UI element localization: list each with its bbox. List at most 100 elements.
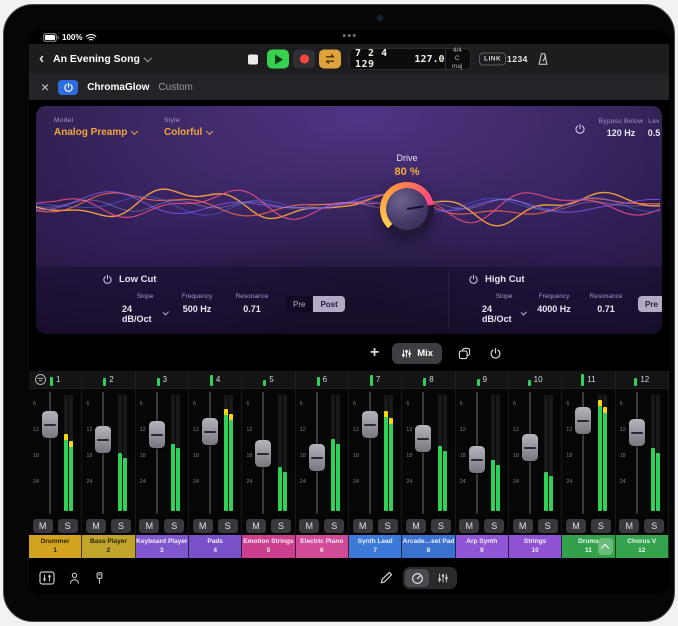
mute-button[interactable]: M bbox=[193, 519, 213, 533]
channel-power-button[interactable] bbox=[486, 344, 504, 362]
track-number-cell[interactable]: 9 bbox=[456, 371, 509, 388]
add-track-button[interactable]: + bbox=[370, 346, 379, 360]
volume-fader[interactable] bbox=[102, 392, 104, 514]
model-selector[interactable]: Model Analog Preamp bbox=[54, 117, 137, 138]
solo-button[interactable]: S bbox=[324, 519, 344, 533]
fader-thumb[interactable] bbox=[42, 411, 58, 438]
solo-button[interactable]: S bbox=[218, 519, 238, 533]
volume-fader[interactable] bbox=[316, 392, 318, 514]
mute-button[interactable]: M bbox=[86, 519, 106, 533]
record-button[interactable] bbox=[293, 50, 315, 69]
style-selector[interactable]: Style Colorful bbox=[164, 117, 212, 138]
count-in-button[interactable]: 1234 bbox=[507, 54, 528, 64]
track-number-cell[interactable]: 5 bbox=[242, 371, 295, 388]
track-label[interactable]: Arcade…eet Pad8 bbox=[402, 535, 455, 558]
track-label[interactable]: Drummer1 bbox=[29, 535, 82, 558]
fader-thumb[interactable] bbox=[149, 421, 165, 448]
fader-thumb[interactable] bbox=[629, 419, 645, 446]
volume-fader[interactable] bbox=[582, 392, 584, 514]
drive-knob[interactable] bbox=[380, 182, 434, 236]
solo-button[interactable]: S bbox=[484, 519, 504, 533]
copy-button[interactable] bbox=[455, 344, 473, 362]
artist-icon[interactable] bbox=[67, 571, 82, 585]
mute-button[interactable]: M bbox=[353, 519, 373, 533]
mute-button[interactable]: M bbox=[406, 519, 426, 533]
bypass-power-button[interactable] bbox=[574, 123, 586, 135]
close-plugin-button[interactable]: × bbox=[41, 81, 49, 93]
track-number-cell[interactable]: 8 bbox=[402, 371, 455, 388]
low-cut-slope[interactable]: 24 dB/Oct bbox=[122, 304, 168, 324]
solo-button[interactable]: S bbox=[58, 519, 78, 533]
fader-view-button[interactable] bbox=[431, 569, 455, 587]
track-label[interactable]: Chorus V12 bbox=[616, 535, 669, 558]
solo-button[interactable]: S bbox=[591, 519, 611, 533]
mute-button[interactable]: M bbox=[459, 519, 479, 533]
track-number-cell[interactable]: 4 bbox=[189, 371, 242, 388]
volume-fader[interactable] bbox=[156, 392, 158, 514]
high-cut-resonance[interactable]: 0.71 bbox=[597, 304, 615, 314]
track-label[interactable]: Pads4 bbox=[189, 535, 242, 558]
high-cut-pre-button[interactable]: Pre bbox=[638, 296, 662, 312]
link-button[interactable]: LINK bbox=[479, 53, 506, 66]
back-button[interactable]: ‹ bbox=[39, 52, 44, 66]
mute-button[interactable]: M bbox=[566, 519, 586, 533]
track-number-cell[interactable]: 7 bbox=[349, 371, 402, 388]
track-label[interactable]: Drums11 bbox=[562, 535, 615, 558]
stack-expand-button[interactable] bbox=[598, 538, 613, 555]
track-label[interactable]: Emotion Strings5 bbox=[242, 535, 295, 558]
volume-fader[interactable] bbox=[209, 392, 211, 514]
track-number-cell[interactable]: 10 bbox=[509, 371, 562, 388]
plugin-power-button[interactable] bbox=[58, 80, 78, 95]
fader-thumb[interactable] bbox=[469, 446, 485, 473]
mix-view-button[interactable]: Mix bbox=[392, 343, 442, 364]
song-title-menu[interactable]: An Evening Song bbox=[53, 53, 150, 65]
volume-fader[interactable] bbox=[262, 392, 264, 514]
high-cut-slope[interactable]: 24 dB/Oct bbox=[482, 304, 526, 324]
volume-fader[interactable] bbox=[529, 392, 531, 514]
cycle-button[interactable] bbox=[319, 50, 341, 69]
edit-pencil-button[interactable] bbox=[379, 571, 393, 585]
fader-thumb[interactable] bbox=[575, 407, 591, 434]
mute-button[interactable]: M bbox=[33, 519, 53, 533]
fader-thumb[interactable] bbox=[255, 440, 271, 467]
low-cut-frequency[interactable]: 500 Hz bbox=[183, 304, 212, 314]
fader-thumb[interactable] bbox=[362, 411, 378, 438]
volume-fader[interactable] bbox=[636, 392, 638, 514]
track-label[interactable]: Electric Piano6 bbox=[296, 535, 349, 558]
track-number-cell[interactable]: 2 bbox=[82, 371, 135, 388]
stop-button[interactable] bbox=[242, 50, 264, 69]
solo-button[interactable]: S bbox=[271, 519, 291, 533]
level-control[interactable]: Lev 0.5 bbox=[634, 118, 662, 138]
volume-fader[interactable] bbox=[369, 392, 371, 514]
track-label[interactable]: Strings10 bbox=[509, 535, 562, 558]
fader-thumb[interactable] bbox=[522, 434, 538, 461]
track-label[interactable]: Keyboard Player3 bbox=[136, 535, 189, 558]
fader-thumb[interactable] bbox=[309, 444, 325, 471]
volume-fader[interactable] bbox=[476, 392, 478, 514]
solo-button[interactable]: S bbox=[431, 519, 451, 533]
metronome-button[interactable] bbox=[535, 51, 551, 67]
high-cut-power-icon[interactable] bbox=[468, 274, 479, 285]
track-label[interactable]: Synth Lead7 bbox=[349, 535, 402, 558]
plugin-preset[interactable]: Custom bbox=[158, 82, 192, 93]
solo-button[interactable]: S bbox=[644, 519, 664, 533]
volume-fader[interactable] bbox=[49, 392, 51, 514]
low-cut-pre-button[interactable]: Pre bbox=[286, 296, 312, 312]
mute-button[interactable]: M bbox=[619, 519, 639, 533]
solo-button[interactable]: S bbox=[378, 519, 398, 533]
fader-thumb[interactable] bbox=[415, 425, 431, 452]
track-label[interactable]: Bass Player2 bbox=[82, 535, 135, 558]
pan-dial-view-button[interactable] bbox=[405, 569, 429, 587]
low-cut-post-button[interactable]: Post bbox=[313, 296, 344, 312]
io-jack-icon[interactable] bbox=[94, 571, 105, 585]
track-number-cell[interactable]: 11 bbox=[562, 371, 615, 388]
track-number-cell[interactable]: 12 bbox=[616, 371, 669, 388]
mixer-board-icon[interactable] bbox=[39, 571, 55, 585]
volume-fader[interactable] bbox=[422, 392, 424, 514]
multitasking-indicator[interactable] bbox=[343, 34, 356, 37]
track-number-cell[interactable]: 3 bbox=[136, 371, 189, 388]
mute-button[interactable]: M bbox=[139, 519, 159, 533]
mute-button[interactable]: M bbox=[299, 519, 319, 533]
track-filter-icon[interactable] bbox=[34, 373, 47, 386]
track-label[interactable]: Arp Synth9 bbox=[456, 535, 509, 558]
